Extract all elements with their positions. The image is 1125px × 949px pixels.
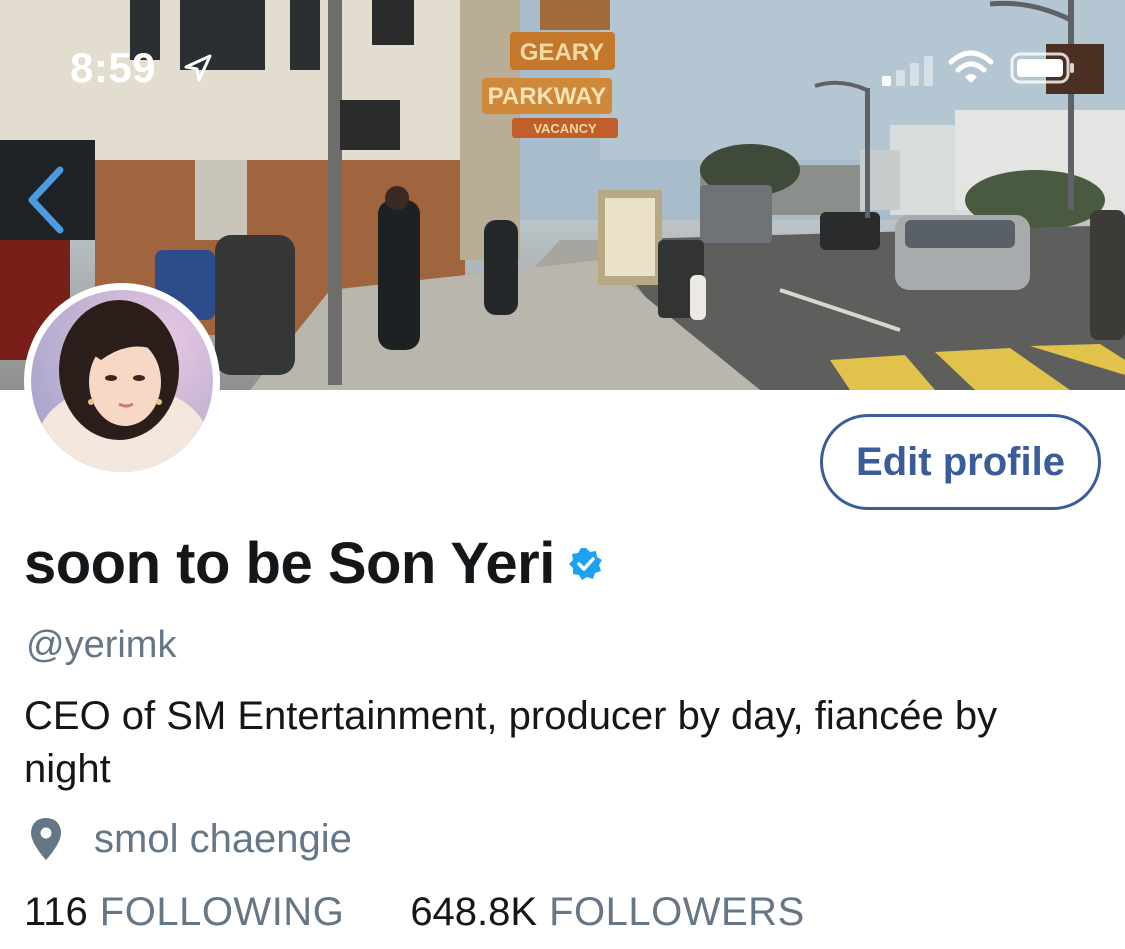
avatar-photo xyxy=(31,290,213,472)
banner-sign-geary: GEARY xyxy=(520,39,604,66)
location-arrow-icon xyxy=(184,54,212,82)
follow-stats: 116 FOLLOWING 648.8K FOLLOWERS xyxy=(24,884,805,940)
verified-badge-icon xyxy=(568,548,602,580)
following-stat[interactable]: 116 FOLLOWING xyxy=(24,890,344,935)
profile-handle: @yerimk xyxy=(26,624,177,666)
followers-count: 648.8K xyxy=(410,889,538,934)
edit-profile-button[interactable]: Edit profile xyxy=(820,414,1101,510)
map-pin-icon xyxy=(31,818,61,860)
profile-bio: CEO of SM Entertainment, producer by day… xyxy=(24,694,998,791)
following-count: 116 xyxy=(24,889,88,934)
profile-location: smol chaengie xyxy=(28,812,352,866)
followers-label: FOLLOWERS xyxy=(549,889,805,934)
display-name-row: soon to be Son Yeri xyxy=(24,528,603,598)
followers-stat[interactable]: 648.8K FOLLOWERS xyxy=(410,890,804,935)
back-chevron-icon[interactable] xyxy=(18,160,74,240)
following-label: FOLLOWING xyxy=(99,889,345,934)
banner-sign-parkway: PARKWAY xyxy=(488,83,607,110)
banner-sign-vacancy: VACANCY xyxy=(533,121,597,136)
wifi-icon xyxy=(948,50,994,83)
battery-icon xyxy=(1010,52,1074,84)
display-name: soon to be Son Yeri xyxy=(24,530,555,596)
status-time: 8:59 xyxy=(70,44,157,91)
cellular-signal-icon xyxy=(882,56,933,86)
location-text: smol chaengie xyxy=(94,816,352,861)
profile-avatar[interactable] xyxy=(24,283,220,479)
